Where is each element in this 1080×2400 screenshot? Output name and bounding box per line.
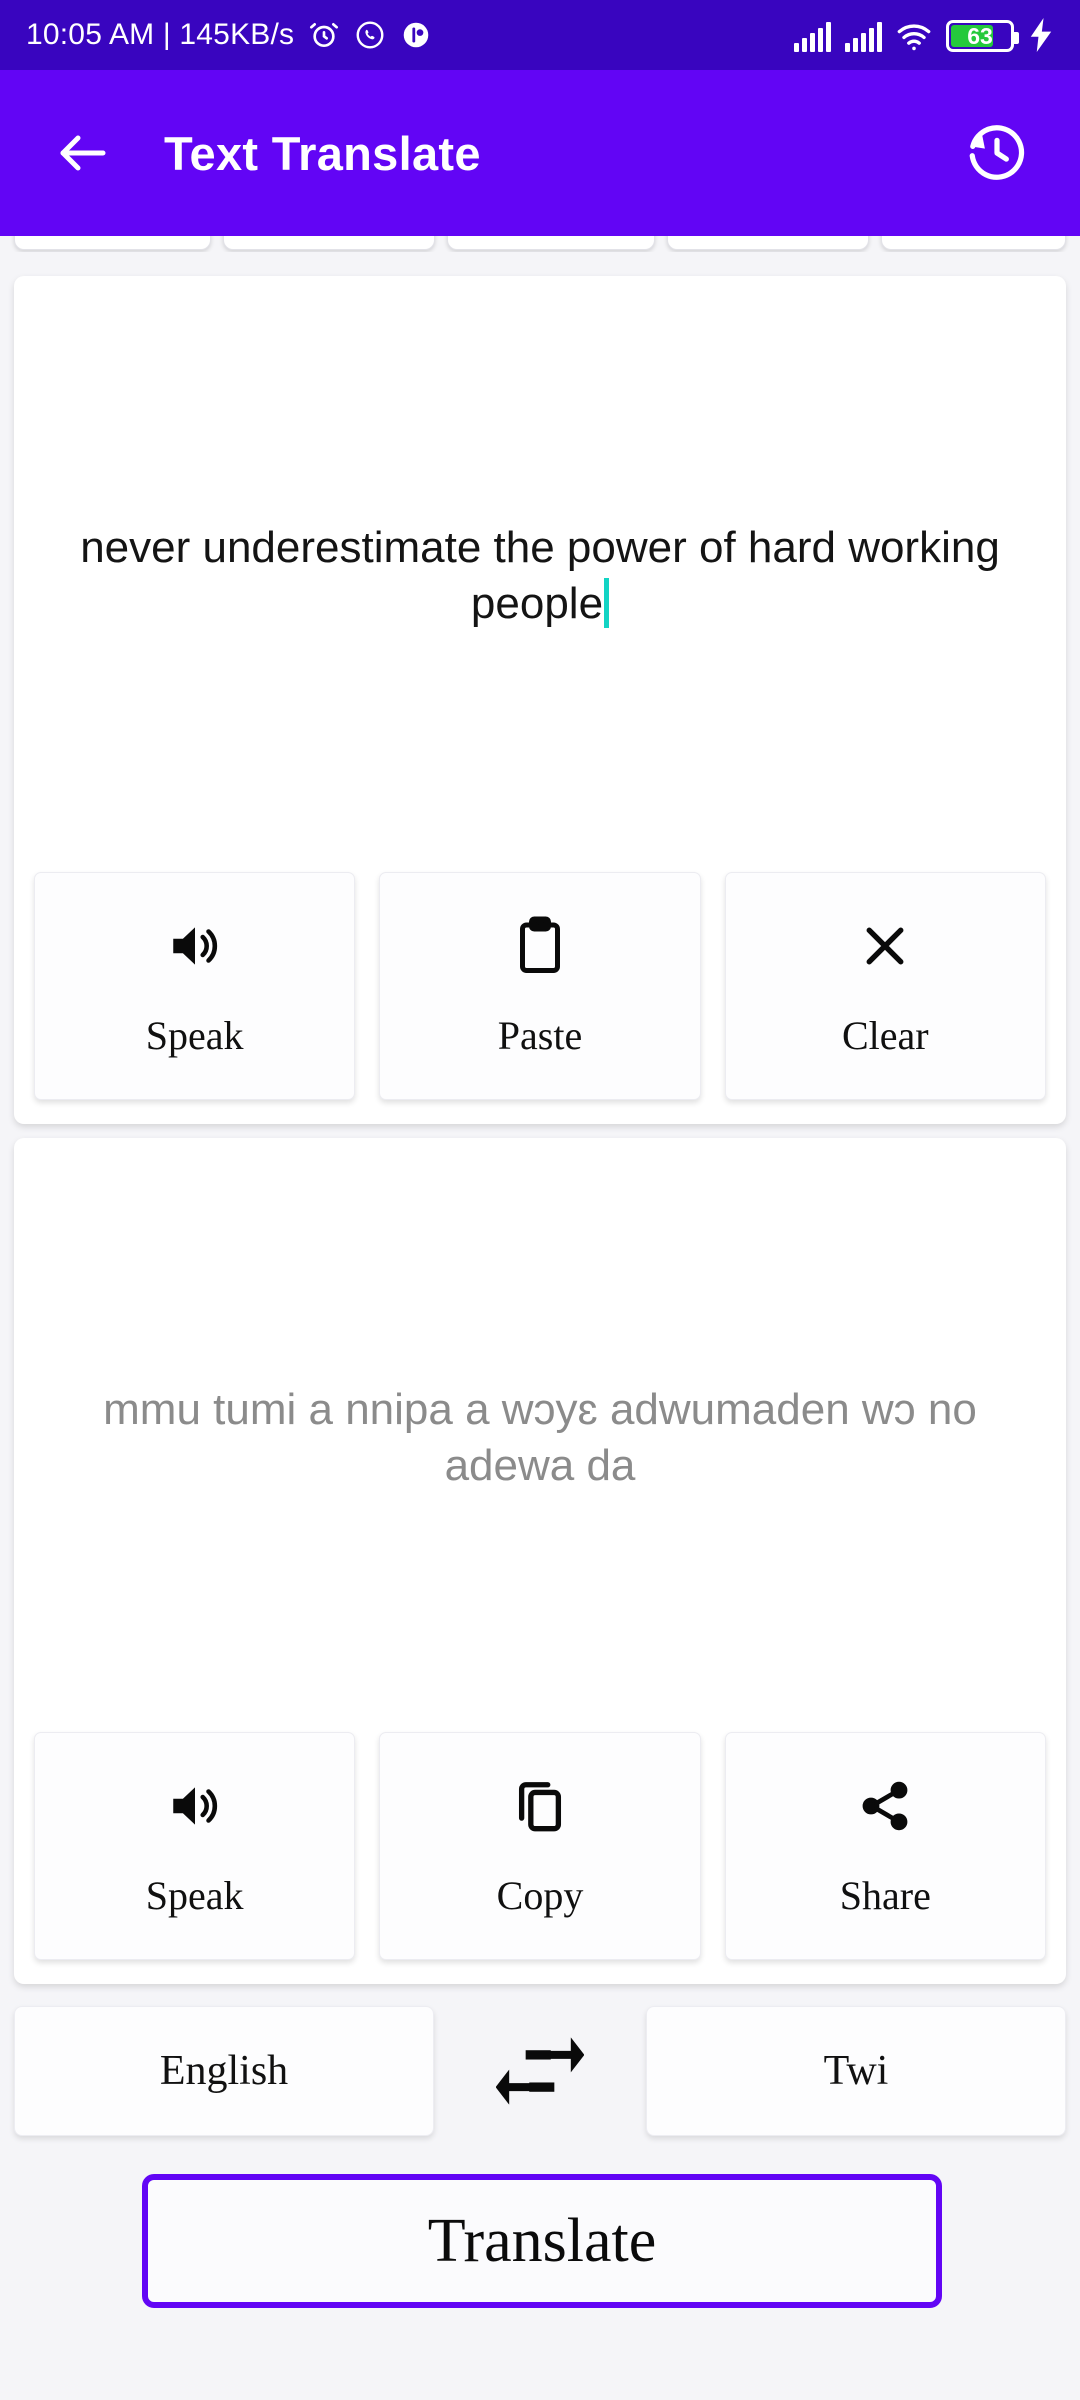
status-bar-right: 63 — [794, 18, 1054, 52]
app-bar: Text Translate — [0, 70, 1080, 236]
speak-translation-label: Speak — [145, 1872, 244, 1918]
translated-action-row: Speak Copy Share — [34, 1732, 1046, 1960]
share-icon — [857, 1774, 913, 1838]
battery-icon: 63 — [946, 20, 1019, 52]
clear-label: Clear — [842, 1012, 929, 1058]
source-text-value-wrap: never underestimate the power of hard wo… — [62, 520, 1018, 633]
source-language-label: English — [159, 2048, 289, 2094]
page-title: Text Translate — [164, 126, 481, 180]
share-button[interactable]: Share — [724, 1732, 1046, 1960]
speak-source-button[interactable]: Speak — [34, 872, 356, 1100]
copy-icon — [513, 1774, 567, 1838]
translated-text-value: mmu tumi a nnipa a wɔyɛ adwumaden wɔ no … — [103, 1384, 977, 1490]
back-arrow-icon[interactable] — [46, 116, 120, 190]
charging-bolt-icon — [1028, 18, 1054, 52]
volume-up-icon — [165, 914, 225, 978]
speak-source-label: Speak — [145, 1012, 244, 1058]
copy-label: Copy — [496, 1872, 584, 1918]
close-x-icon — [858, 914, 912, 978]
paste-button[interactable]: Paste — [379, 872, 701, 1100]
status-bar: 10:05 AM | 145KB/s 63 — [0, 0, 1080, 70]
source-language-selector[interactable]: English — [14, 2006, 434, 2136]
source-action-row: Speak Paste Clear — [34, 872, 1046, 1100]
target-language-label: Twi — [823, 2048, 889, 2094]
alarm-icon — [308, 19, 340, 51]
clipboard-icon — [514, 914, 566, 978]
translate-button-label: Translate — [427, 2206, 657, 2275]
source-text-card: never underestimate the power of hard wo… — [14, 276, 1066, 1124]
scroll-content: never underestimate the power of hard wo… — [0, 236, 1080, 2400]
chip-sliver[interactable] — [222, 236, 435, 250]
volume-up-icon — [165, 1774, 225, 1838]
translated-text-area[interactable]: mmu tumi a nnipa a wɔyɛ adwumaden wɔ no … — [14, 1138, 1066, 1738]
source-text-input[interactable]: never underestimate the power of hard wo… — [14, 276, 1066, 876]
translate-button[interactable]: Translate — [142, 2174, 942, 2308]
chip-sliver[interactable] — [14, 236, 211, 250]
chip-sliver[interactable] — [446, 236, 655, 250]
swap-arrows-icon[interactable] — [434, 2006, 646, 2136]
share-label: Share — [839, 1872, 931, 1918]
scrolled-chip-row — [0, 236, 1080, 252]
language-selector-row: English Twi — [14, 2006, 1066, 2136]
battery-percent-label: 63 — [967, 23, 993, 49]
copy-button[interactable]: Copy — [379, 1732, 701, 1960]
chip-sliver[interactable] — [666, 236, 870, 250]
app-notification-icon — [400, 19, 432, 51]
speak-translation-button[interactable]: Speak — [34, 1732, 356, 1960]
translated-text-card: mmu tumi a nnipa a wɔyɛ adwumaden wɔ no … — [14, 1138, 1066, 1984]
chip-sliver[interactable] — [881, 236, 1066, 250]
status-time-network: 10:05 AM | 145KB/s — [26, 18, 295, 51]
clear-button[interactable]: Clear — [724, 872, 1046, 1100]
paste-label: Paste — [497, 1012, 583, 1058]
text-caret — [604, 578, 610, 628]
signal-bars-sim2-icon — [845, 22, 882, 52]
source-text-value: never underestimate the power of hard wo… — [80, 522, 1000, 628]
status-bar-left: 10:05 AM | 145KB/s — [26, 18, 794, 52]
wifi-icon — [896, 22, 932, 52]
signal-bars-sim1-icon — [794, 22, 831, 52]
history-clock-icon[interactable] — [960, 116, 1034, 190]
target-language-selector[interactable]: Twi — [646, 2006, 1066, 2136]
whatsapp-icon — [354, 19, 386, 51]
